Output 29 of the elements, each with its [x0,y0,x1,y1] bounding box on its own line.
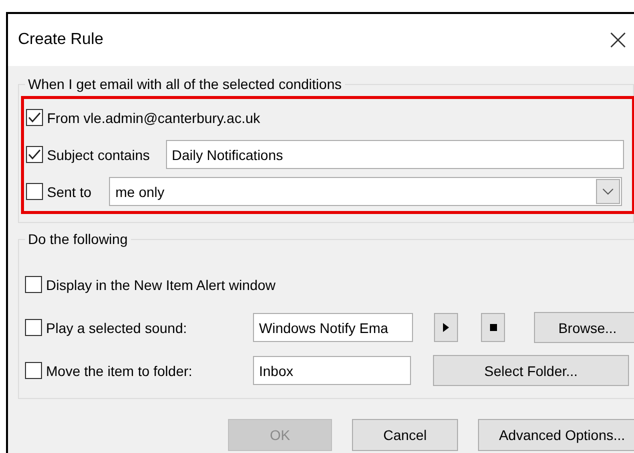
select-folder-button[interactable]: Select Folder... [433,355,629,386]
sound-field[interactable]: Windows Notify Ema [253,313,413,342]
checkbox[interactable] [26,109,43,126]
checkbox[interactable] [25,362,42,379]
stop-icon [490,324,496,331]
checkbox[interactable] [26,183,43,200]
checkbox-label: Move the item to folder: [46,362,192,378]
checkbox[interactable] [25,319,42,336]
play-button[interactable] [434,313,458,342]
checkbox-label: Subject contains [47,146,150,162]
folder-field[interactable]: Inbox [253,356,411,385]
browse-button[interactable]: Browse... [534,312,634,343]
checkbox-label: From vle.admin@canterbury.ac.uk [47,110,260,126]
sent-to-dropdown[interactable]: me only [109,177,622,206]
dialog-button[interactable]: Cancel [352,419,458,451]
subject-field[interactable]: Daily Notifications [166,140,624,169]
dialog-button[interactable]: Advanced Options... [478,419,634,451]
play-icon [443,323,449,332]
stop-button[interactable] [481,313,505,342]
checkbox[interactable] [26,146,43,163]
close-icon[interactable] [610,32,626,48]
checkbox-label: Play a selected sound: [46,320,187,336]
group-legend: When I get email with all of the selected conditions [25,76,345,92]
group-legend: Do the following [25,231,131,247]
chevron-down-icon [596,179,620,204]
checkbox[interactable] [25,276,42,293]
checkbox-label: Sent to [47,184,92,200]
checkbox-label: Display in the New Item Alert window [46,276,276,292]
window-title: Create Rule [18,31,104,49]
